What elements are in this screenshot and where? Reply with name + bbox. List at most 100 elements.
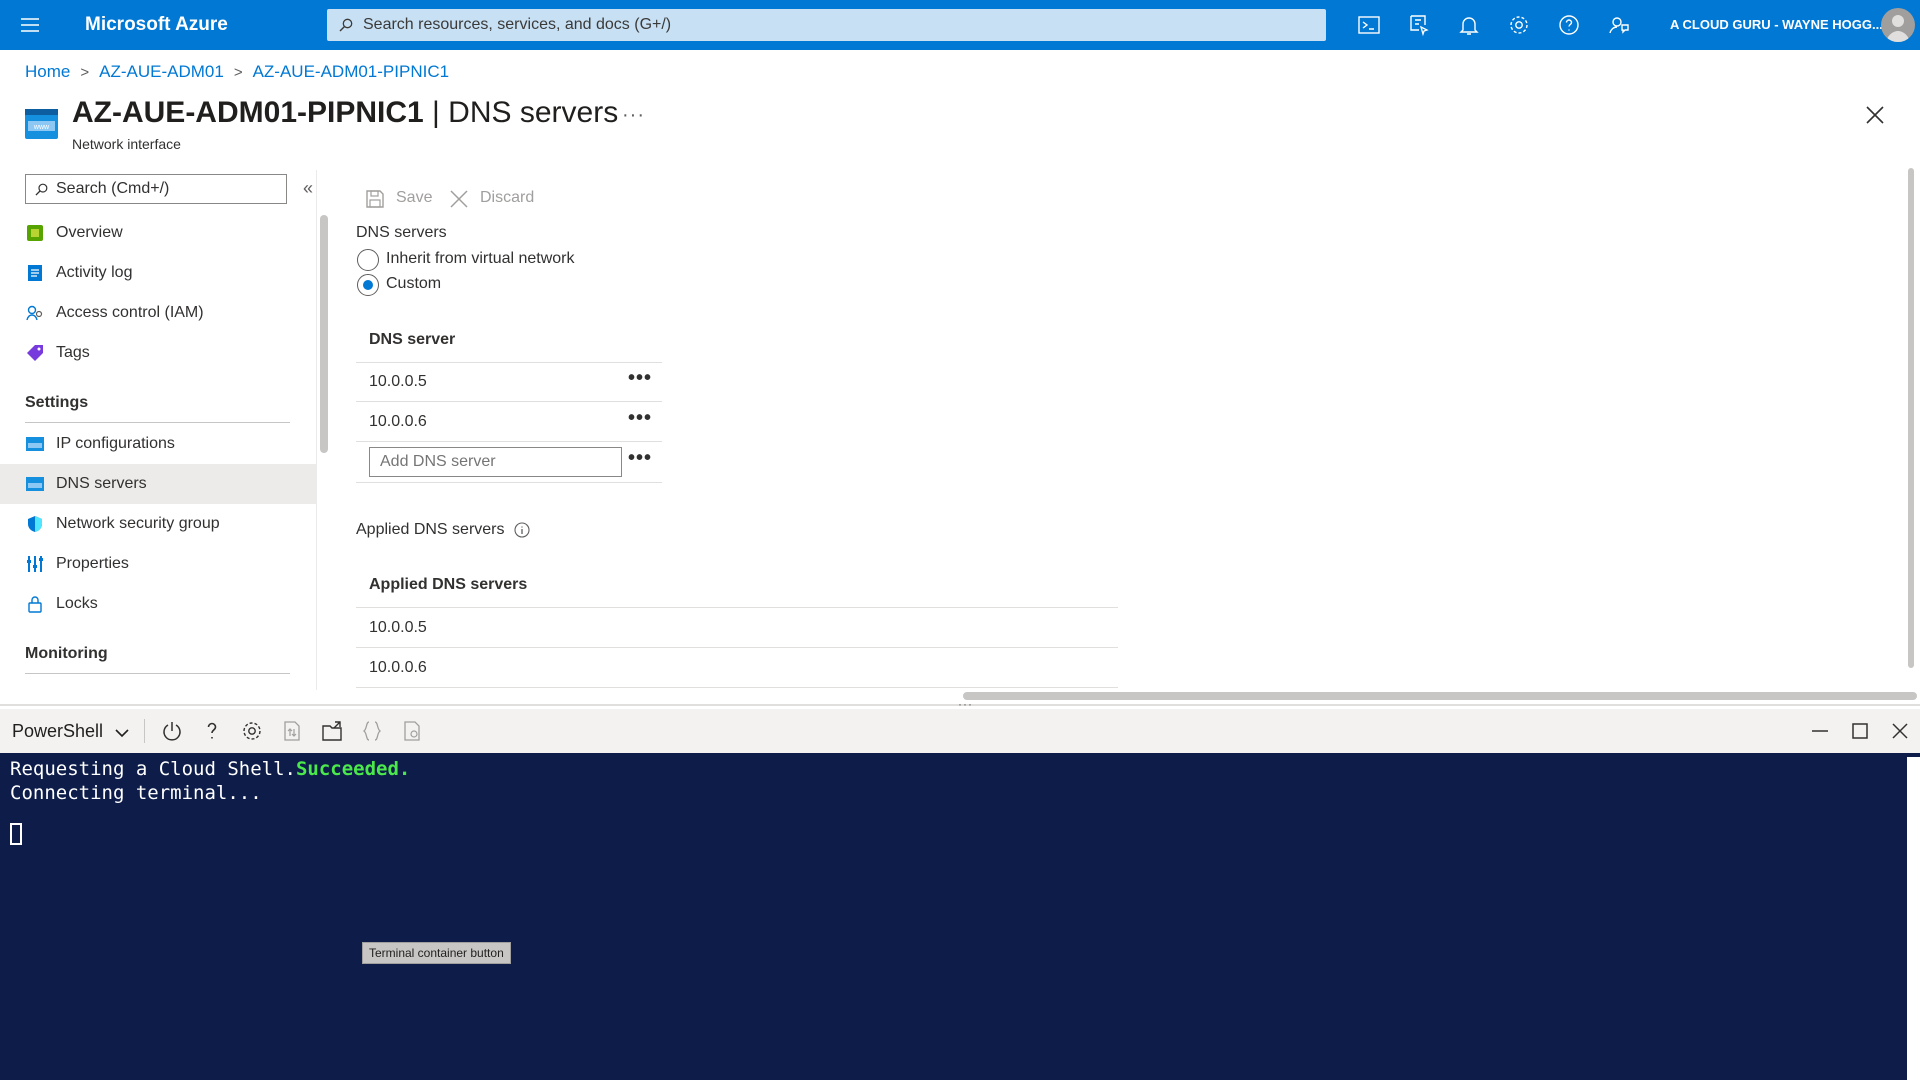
sidebar-item-label: Properties: [56, 555, 129, 572]
sidebar-item-ip-configurations[interactable]: IP configurations: [0, 424, 316, 464]
sidebar-item-activity-log[interactable]: Activity log: [0, 253, 316, 293]
discard-icon: [450, 190, 468, 208]
terminal-text: Requesting a Cloud Shell.: [10, 758, 296, 780]
network-interface-icon: www: [25, 109, 58, 139]
applied-dns-servers-label: Applied DNS servers: [356, 521, 505, 538]
save-button[interactable]: Save: [365, 189, 432, 208]
cloud-shell-toolbar: PowerShell: [0, 709, 1920, 753]
resource-name: AZ-AUE-ADM01-PIPNIC1: [72, 96, 424, 129]
main-horizontal-scrollbar[interactable]: [963, 692, 1917, 700]
dns-row-menu-button[interactable]: •••: [628, 367, 652, 390]
chevron-down-icon: [115, 729, 129, 738]
grid-divider: [356, 687, 1118, 688]
overview-icon: [27, 225, 43, 241]
toolbar-separator: [144, 719, 145, 743]
breadcrumb-vm[interactable]: AZ-AUE-ADM01: [99, 62, 224, 81]
terminal-line: Connecting terminal...: [10, 782, 262, 804]
directory-filter-icon[interactable]: [1407, 13, 1431, 37]
help-icon[interactable]: [1557, 13, 1581, 37]
cloud-shell-icon[interactable]: [1357, 13, 1381, 37]
minimize-icon[interactable]: [1808, 719, 1832, 743]
close-shell-icon[interactable]: [1888, 719, 1912, 743]
dns-row-menu-button[interactable]: •••: [628, 447, 652, 470]
tooltip: Terminal container button: [362, 942, 511, 964]
properties-icon: [27, 556, 43, 572]
dns-row-menu-button[interactable]: •••: [628, 407, 652, 430]
info-icon[interactable]: [514, 522, 530, 538]
iam-icon: [26, 305, 43, 321]
discard-button[interactable]: Discard: [449, 189, 534, 208]
sidebar-item-label: Overview: [56, 224, 123, 241]
feedback-icon[interactable]: [1607, 13, 1631, 37]
dns-server-column-header: DNS server: [369, 331, 456, 348]
web-preview-icon[interactable]: [400, 719, 424, 743]
brand-title[interactable]: Microsoft Azure: [85, 14, 228, 36]
settings-icon[interactable]: [1507, 13, 1531, 37]
terminal-cursor: [10, 823, 22, 845]
global-search-placeholder: Search resources, services, and docs (G+…: [363, 16, 672, 33]
applied-dns-row-value: 10.0.0.5: [369, 619, 427, 636]
terminal[interactable]: Requesting a Cloud Shell.Succeeded. Conn…: [0, 753, 1920, 1080]
avatar[interactable]: [1881, 8, 1915, 42]
dns-server-row-value[interactable]: 10.0.0.5: [369, 373, 427, 391]
sidebar-item-iam[interactable]: Access control (IAM): [0, 293, 316, 333]
grid-divider: [356, 401, 662, 402]
main-vertical-scrollbar[interactable]: [1908, 168, 1914, 668]
upload-download-icon[interactable]: [280, 719, 304, 743]
shield-icon: [28, 516, 42, 532]
top-bar: Microsoft Azure Search resources, servic…: [0, 0, 1920, 50]
notifications-icon[interactable]: [1457, 13, 1481, 37]
breadcrumb-home[interactable]: Home: [25, 62, 70, 81]
custom-radio[interactable]: [357, 274, 379, 296]
dns-icon: [26, 477, 44, 491]
sidebar-item-network-security-group[interactable]: Network security group: [0, 504, 316, 544]
user-account-name[interactable]: A CLOUD GURU - WAYNE HOGG...: [1670, 17, 1883, 32]
close-icon[interactable]: [1864, 104, 1886, 126]
global-search-input[interactable]: Search resources, services, and docs (G+…: [327, 9, 1326, 41]
open-new-session-icon[interactable]: [320, 719, 344, 743]
sidebar-item-dns-servers[interactable]: DNS servers: [0, 464, 316, 504]
sidebar-item-overview[interactable]: Overview: [0, 213, 316, 253]
shell-type-select[interactable]: PowerShell: [12, 721, 129, 742]
sidebar-item-label: Network security group: [56, 515, 220, 532]
inherit-radio-label[interactable]: Inherit from virtual network: [386, 250, 575, 268]
sidebar-group-settings: Settings: [25, 394, 89, 411]
grid-divider: [356, 647, 1118, 648]
sidebar-divider: [316, 170, 317, 690]
custom-radio-label[interactable]: Custom: [386, 275, 441, 293]
sidebar-item-properties[interactable]: Properties: [0, 544, 316, 584]
shell-type-value: PowerShell: [12, 721, 104, 741]
save-icon: [366, 190, 384, 208]
sidebar-search-input[interactable]: Search (Cmd+/): [25, 174, 287, 204]
tag-icon: [27, 345, 43, 361]
breadcrumb-nic[interactable]: AZ-AUE-ADM01-PIPNIC1: [253, 62, 449, 81]
activity-log-icon: [28, 265, 42, 281]
breadcrumb-separator: >: [233, 64, 243, 81]
dns-server-row-value[interactable]: 10.0.0.6: [369, 413, 427, 431]
inherit-radio[interactable]: [357, 249, 379, 271]
more-options-button[interactable]: ···: [622, 104, 645, 127]
help-icon[interactable]: [200, 719, 224, 743]
restart-shell-icon[interactable]: [160, 719, 184, 743]
maximize-icon[interactable]: [1848, 719, 1872, 743]
applied-dns-row-value: 10.0.0.6: [369, 659, 427, 676]
user-avatar-icon: [1886, 15, 1910, 42]
sidebar-scrollbar[interactable]: [320, 215, 328, 453]
collapse-sidebar-button[interactable]: «: [303, 178, 313, 199]
grid-divider: [356, 441, 662, 442]
resource-type: Network interface: [72, 136, 181, 152]
sidebar-group-monitoring: Monitoring: [25, 645, 108, 662]
hamburger-menu-icon[interactable]: [18, 13, 42, 37]
sidebar-item-locks[interactable]: Locks: [0, 584, 316, 624]
sidebar-item-label: DNS servers: [56, 475, 147, 492]
grid-divider: [356, 362, 662, 363]
sidebar-item-label: Activity log: [56, 264, 133, 281]
ip-config-icon: [26, 437, 44, 451]
sidebar-item-tags[interactable]: Tags: [0, 333, 316, 373]
terminal-scrollbar[interactable]: [1907, 757, 1920, 1080]
add-dns-server-input[interactable]: [369, 447, 622, 477]
editor-braces-icon[interactable]: [360, 719, 384, 743]
settings-icon[interactable]: [240, 719, 264, 743]
breadcrumb-separator: >: [80, 64, 90, 81]
breadcrumb: Home > AZ-AUE-ADM01 > AZ-AUE-ADM01-PIPNIC1: [25, 62, 449, 82]
